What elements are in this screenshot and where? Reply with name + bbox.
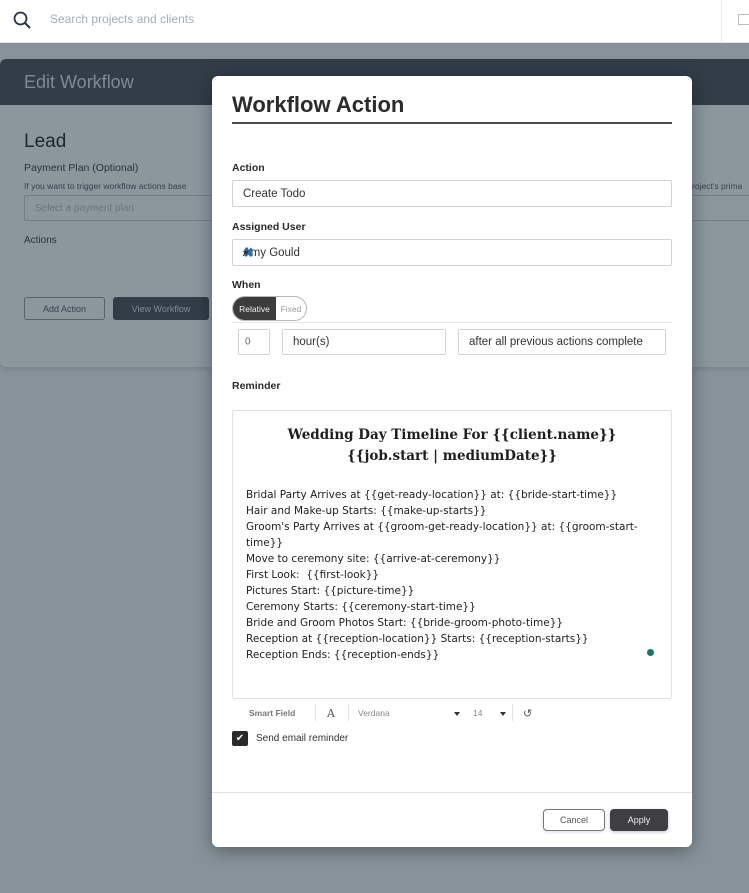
font-size-select[interactable]: 14 [473, 705, 482, 721]
title-divider [232, 122, 672, 124]
reminder-line: Reception at {{reception-location}} Star… [246, 633, 589, 645]
mail-icon[interactable] [738, 14, 749, 25]
reminder-line: First Look: {{first-look}} [246, 569, 380, 581]
when-amount-value: 0 [245, 336, 251, 348]
chevron-down-icon[interactable] [243, 250, 249, 255]
reminder-heading-line-2: {{job.start | mediumDate}} [347, 448, 557, 464]
add-action-button[interactable]: Add Action [24, 297, 105, 320]
when-relation-select[interactable]: after all previous actions complete [458, 329, 666, 355]
when-mode-toggle: Relative Fixed [232, 296, 307, 321]
toggle-fixed[interactable]: Fixed [276, 297, 306, 320]
apply-button[interactable]: Apply [610, 809, 668, 831]
reminder-line: Pictures Start: {{picture-time}} [246, 585, 415, 597]
payment-plan-placeholder: Select a payment plan [35, 203, 134, 214]
send-email-reminder-checkbox[interactable]: ✔ [232, 731, 248, 746]
toolbar-separator [348, 704, 349, 721]
top-search-bar: Search projects and clients [0, 0, 749, 43]
view-workflow-button[interactable]: View Workflow [113, 297, 209, 320]
font-size-caret-icon[interactable] [500, 712, 506, 716]
lead-section-title: Lead [24, 131, 67, 152]
reminder-heading: Wedding Day Timeline For {{client.name}}… [233, 425, 671, 467]
action-label: Action [232, 162, 265, 174]
search-icon[interactable] [12, 10, 32, 30]
when-divider [232, 322, 672, 323]
toggle-relative[interactable]: Relative [233, 297, 276, 320]
when-label: When [232, 279, 261, 291]
reminder-line: Reception Ends: {{reception-ends}} [246, 649, 440, 661]
reminder-label: Reminder [232, 380, 281, 392]
assigned-user-label: Assigned User [232, 221, 306, 233]
clear-selection-icon[interactable]: ✖ [243, 245, 649, 261]
reminder-line: Bridal Party Arrives at {{get-ready-loca… [246, 489, 618, 501]
workflow-action-modal: Workflow Action Action Create Todo Assig… [212, 76, 692, 847]
topbar-divider [721, 0, 722, 43]
when-unit-value: hour(s) [293, 336, 330, 348]
payment-plan-hint-continued: roject's prima [692, 181, 743, 191]
when-relation-value: after all previous actions complete [469, 336, 643, 348]
reminder-line: Groom's Party Arrives at {{groom-get-rea… [246, 521, 638, 549]
modal-title: Workflow Action [232, 92, 405, 117]
font-family-select[interactable]: Verdana [358, 705, 390, 721]
action-select[interactable]: Create Todo [232, 180, 672, 207]
font-style-icon[interactable]: A [327, 705, 335, 721]
smart-field-button[interactable]: Smart Field [249, 705, 295, 721]
send-email-reminder-label: Send email reminder [256, 733, 349, 744]
reminder-body: Bridal Party Arrives at {{get-ready-loca… [246, 487, 656, 663]
footer-divider [212, 792, 692, 793]
reminder-heading-line-1: Wedding Day Timeline For {{client.name}} [287, 427, 617, 443]
status-dot-icon [647, 649, 654, 656]
undo-icon[interactable]: ↺ [523, 705, 532, 721]
font-family-caret-icon[interactable] [454, 712, 460, 716]
search-input[interactable]: Search projects and clients [50, 12, 194, 26]
reminder-editor[interactable]: Wedding Day Timeline For {{client.name}}… [232, 410, 672, 699]
when-unit-select[interactable]: hour(s) [282, 329, 446, 355]
when-amount-input[interactable]: 0 [238, 329, 270, 355]
reminder-line: Bride and Groom Photos Start: {{bride-gr… [246, 617, 564, 629]
edit-workflow-title: Edit Workflow [24, 72, 134, 92]
action-value: Create Todo [243, 187, 306, 200]
reminder-line: Move to ceremony site: {{arrive-at-cerem… [246, 553, 501, 565]
actions-label: Actions [24, 235, 57, 246]
cancel-button[interactable]: Cancel [543, 809, 605, 831]
reminder-line: Ceremony Starts: {{ceremony-start-time}} [246, 601, 476, 613]
payment-plan-label: Payment Plan (Optional) [24, 162, 139, 174]
payment-plan-hint: If you want to trigger workflow actions … [24, 181, 187, 191]
toolbar-separator [315, 704, 316, 721]
reminder-line: Hair and Make-up Starts: {{make-up-start… [246, 505, 487, 517]
assigned-user-select[interactable]: Amy Gould ✖ [232, 239, 672, 266]
toolbar-separator [512, 704, 513, 721]
